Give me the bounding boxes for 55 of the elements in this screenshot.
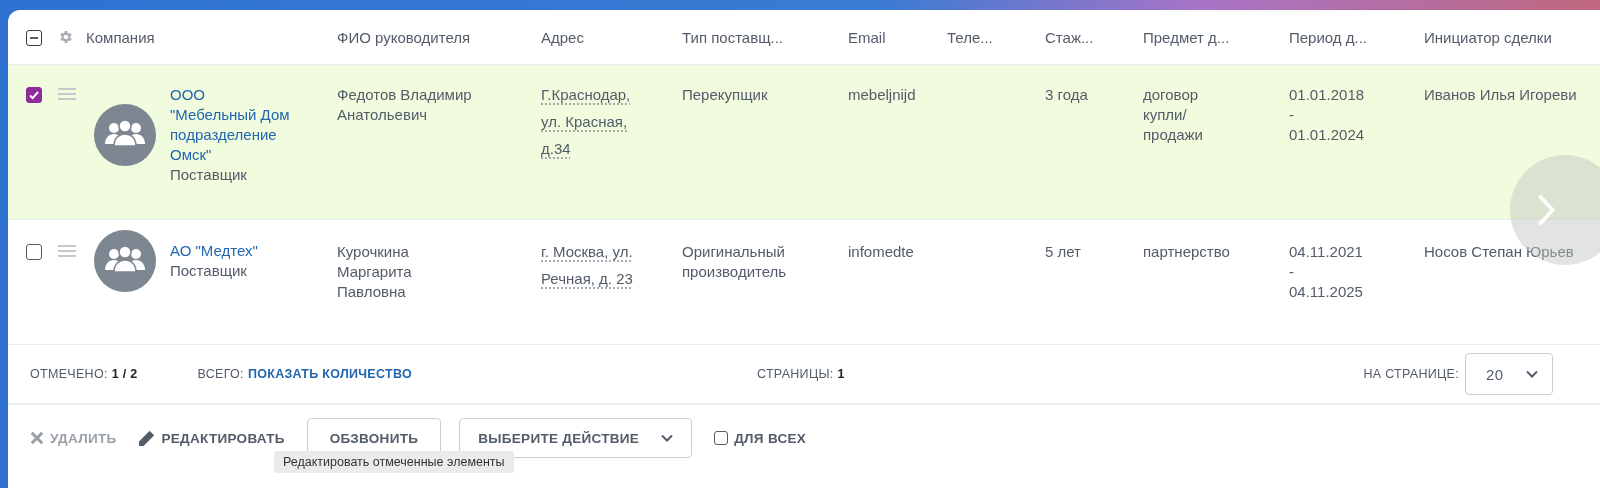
table-cell: infomedte (848, 243, 914, 260)
drag-handle-icon[interactable] (58, 245, 76, 257)
group-avatar-icon (94, 230, 156, 292)
table-cell: 5 лет (1045, 243, 1081, 260)
total-label: ВСЕГО: (197, 367, 244, 381)
column-header[interactable]: Стаж... (1045, 28, 1094, 46)
chevron-down-icon (661, 434, 674, 442)
row-checkbox[interactable] (26, 87, 42, 104)
per-page-label: НА СТРАНИЦЕ: (1363, 367, 1459, 381)
table-cell-text: Курочкина Маргарита Павловна (337, 242, 413, 302)
company-link[interactable]: ООО "Мебельный Дом подразделение Омск" (170, 85, 292, 165)
column-header[interactable]: ФИО руководителя (337, 28, 477, 46)
for-all-checkbox[interactable] (714, 431, 729, 445)
pages-label: СТРАНИЦЫ: (757, 367, 834, 381)
per-page-select[interactable]: 20 (1465, 353, 1553, 395)
table-cell: Перекупщик (682, 86, 768, 103)
chevron-right-icon (1536, 193, 1556, 227)
table-cell-text: Федотов Владимир Анатольевич (337, 85, 473, 125)
address-link[interactable]: Г.Краснодар, ул. Красная, д.34 (541, 81, 637, 162)
address-link[interactable]: г. Москва, ул. Речная, д. 23 (541, 238, 637, 292)
column-header[interactable]: Инициатор сделки (1424, 28, 1552, 46)
column-header[interactable]: Теле... (947, 28, 993, 46)
row-checkbox[interactable] (26, 244, 42, 261)
group-avatar-icon (94, 104, 156, 166)
action-dropdown[interactable]: ВЫБЕРИТЕ ДЕЙСТВИЕ (459, 418, 693, 458)
for-all-label[interactable]: ДЛЯ ВСЕХ (734, 430, 807, 446)
chevron-down-icon (1526, 370, 1538, 378)
company-type: Поставщик (170, 261, 248, 281)
checked-label: ОТМЕЧЕНО: (30, 367, 108, 381)
pencil-icon (138, 429, 156, 447)
select-all-checkbox[interactable] (26, 30, 42, 46)
drag-handle-icon[interactable] (58, 88, 76, 100)
column-header[interactable]: Период д... (1289, 28, 1368, 46)
table-cell-text: 01.01.2018 - 01.01.2024 (1289, 85, 1366, 145)
company-type: Поставщик (170, 165, 248, 185)
column-header[interactable]: Тип поставщ... (682, 28, 783, 46)
table-cell: партнерство (1143, 242, 1231, 262)
page-number[interactable]: 1 (837, 367, 845, 381)
column-header[interactable]: Предмет д... (1143, 28, 1230, 46)
column-header[interactable]: Адрес (541, 28, 584, 46)
table-cell-text: договор купли/ продажи (1143, 85, 1204, 145)
table-cell-text: 04.11.2021 - 04.11.2025 (1289, 242, 1364, 302)
edit-link[interactable]: РЕДАКТИРОВАТЬ (138, 429, 285, 447)
column-header[interactable]: Email (848, 28, 886, 46)
close-icon (30, 431, 44, 445)
table-cell: mebeljnijd (848, 86, 916, 103)
tooltip: Редактировать отмеченные элементы (274, 451, 514, 473)
company-link[interactable]: АО "Медтех" (170, 241, 292, 261)
table-cell: Носов Степан Юрьев (1424, 243, 1574, 260)
table-cell: Иванов Илья Игореви (1424, 86, 1577, 103)
table-cell: 3 года (1045, 86, 1088, 103)
table-cell: Оригинальный производитель (682, 243, 787, 280)
checked-count: 1 / 2 (111, 367, 138, 381)
show-count-link[interactable]: ПОКАЗАТЬ КОЛИЧЕСТВО (247, 367, 412, 381)
column-header[interactable]: Компания (86, 28, 155, 46)
